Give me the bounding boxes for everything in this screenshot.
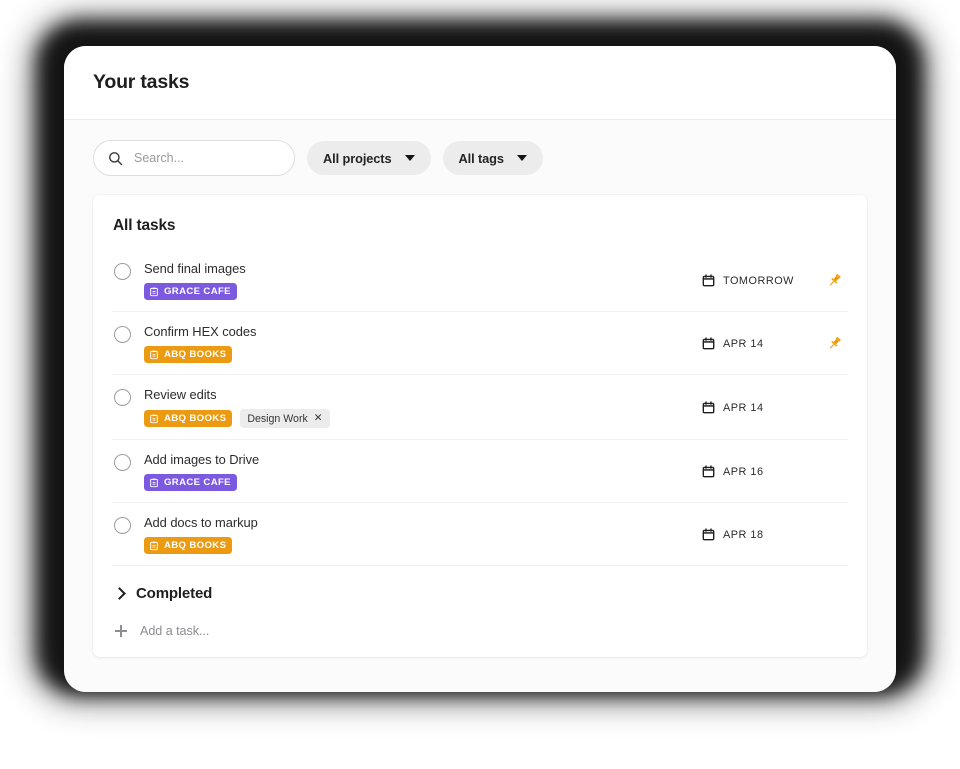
pushpin-icon (829, 273, 841, 286)
project-badge-label: ABQ BOOKS (164, 413, 227, 424)
filter-all-projects[interactable]: All projects (307, 141, 431, 175)
task-title: Add docs to markup (144, 515, 258, 530)
task-tags: GRACE CAFE (144, 474, 702, 491)
task-tags: ABQ BOOKS (144, 346, 702, 363)
task-tags: ABQ BOOKS (144, 537, 702, 554)
task-main: Confirm HEX codes ABQ BOOKS (144, 324, 702, 363)
plus-icon (115, 625, 127, 637)
due-date[interactable]: APR 18 (702, 528, 820, 541)
due-date[interactable]: APR 16 (702, 465, 820, 478)
search-box[interactable] (93, 140, 295, 176)
pushpin-icon (829, 336, 841, 349)
clipboard-icon (150, 478, 158, 487)
tag-chip[interactable]: Design Work ✕ (240, 409, 330, 428)
task-meta: APR 16 (702, 465, 848, 478)
table-row[interactable]: Add images to Drive GRACE CAFE APR 16 (112, 440, 848, 503)
table-row[interactable]: Confirm HEX codes ABQ BOOKS APR 14 (112, 312, 848, 375)
window-header: Your tasks (64, 46, 896, 120)
due-date-label: APR 14 (723, 337, 764, 350)
task-tags: ABQ BOOKS Design Work ✕ (144, 409, 702, 428)
section-title-all-tasks: All tasks (113, 217, 176, 234)
project-badge[interactable]: GRACE CAFE (144, 283, 237, 300)
project-badge[interactable]: ABQ BOOKS (144, 346, 233, 363)
pin-slot[interactable] (820, 335, 848, 352)
chevron-down-icon (516, 155, 527, 161)
add-task-button[interactable]: Add a task... (112, 602, 848, 638)
toolbar: All projects All tags (93, 139, 867, 177)
search-icon (108, 151, 123, 166)
table-row[interactable]: Review edits ABQ BOOKS Design Work ✕ APR… (112, 375, 848, 440)
filter-all-projects-label: All projects (323, 150, 392, 166)
calendar-icon (702, 465, 715, 478)
clipboard-icon (150, 350, 158, 359)
due-date-label: APR 16 (723, 465, 764, 478)
task-checkbox[interactable] (114, 263, 131, 280)
close-icon[interactable]: ✕ (314, 413, 323, 424)
task-meta: APR 18 (702, 528, 848, 541)
task-checkbox[interactable] (114, 389, 131, 406)
clipboard-icon (150, 541, 158, 550)
task-title: Send final images (144, 261, 246, 276)
task-main: Add images to Drive GRACE CAFE (144, 452, 702, 491)
clipboard-icon (150, 414, 158, 423)
task-title: Review edits (144, 387, 217, 402)
window-body: All projects All tags All tasks Send fin… (64, 120, 896, 692)
table-row[interactable]: Send final images GRACE CAFE TOMORROW (112, 249, 848, 312)
due-date[interactable]: APR 14 (702, 401, 820, 414)
table-row[interactable]: Add docs to markup ABQ BOOKS APR 18 (112, 503, 848, 566)
calendar-icon (702, 401, 715, 414)
page-title: Your tasks (93, 71, 190, 93)
project-badge[interactable]: ABQ BOOKS (144, 410, 233, 427)
task-meta: TOMORROW (702, 272, 848, 289)
project-badge-label: GRACE CAFE (164, 286, 231, 297)
search-input[interactable] (134, 151, 274, 165)
due-date[interactable]: TOMORROW (702, 274, 820, 287)
project-badge-label: ABQ BOOKS (164, 349, 227, 360)
project-badge-label: ABQ BOOKS (164, 540, 227, 551)
task-tags: GRACE CAFE (144, 283, 702, 300)
task-checkbox[interactable] (114, 326, 131, 343)
project-badge-label: GRACE CAFE (164, 477, 231, 488)
app-window: Your tasks All projects (64, 46, 896, 692)
clipboard-icon (150, 287, 158, 296)
filter-all-tags-label: All tags (458, 150, 505, 166)
pin-slot[interactable] (820, 272, 848, 289)
project-badge[interactable]: ABQ BOOKS (144, 537, 233, 554)
screen: Your tasks All projects (0, 0, 960, 769)
calendar-icon (702, 274, 715, 287)
due-date-label: APR 18 (723, 528, 764, 541)
task-main: Send final images GRACE CAFE (144, 261, 702, 300)
task-checkbox[interactable] (114, 454, 131, 471)
completed-section-toggle[interactable]: Completed (112, 566, 848, 602)
tasks-card: All tasks Send final images GRACE CAFE T… (93, 195, 867, 657)
due-date-label: APR 14 (723, 401, 764, 414)
completed-label: Completed (136, 585, 213, 602)
calendar-icon (702, 337, 715, 350)
due-date[interactable]: APR 14 (702, 337, 820, 350)
task-checkbox[interactable] (114, 517, 131, 534)
project-badge[interactable]: GRACE CAFE (144, 474, 237, 491)
task-meta: APR 14 (702, 401, 848, 414)
due-date-label: TOMORROW (723, 274, 794, 287)
tag-chip-label: Design Work (247, 412, 308, 425)
chevron-right-icon (113, 587, 126, 600)
task-title: Confirm HEX codes (144, 324, 257, 339)
chevron-down-icon (404, 155, 415, 161)
task-main: Add docs to markup ABQ BOOKS (144, 515, 702, 554)
task-main: Review edits ABQ BOOKS Design Work ✕ (144, 387, 702, 428)
filter-all-tags[interactable]: All tags (442, 141, 543, 175)
calendar-icon (702, 528, 715, 541)
task-title: Add images to Drive (144, 452, 260, 467)
add-task-label: Add a task... (140, 624, 210, 638)
task-meta: APR 14 (702, 335, 848, 352)
